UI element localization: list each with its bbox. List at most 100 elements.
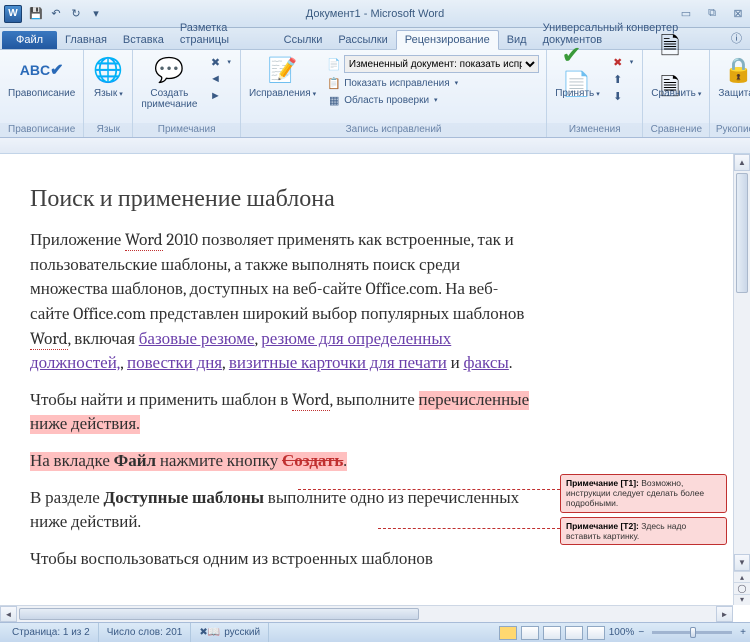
comment-connector [378, 528, 560, 529]
ribbon-tabs: Файл Главная Вставка Разметка страницы С… [0, 28, 750, 50]
group-proofing: ABC✔ Правописание Правописание [0, 50, 84, 137]
para-1[interactable]: Приложение Word 2010 позволяет применять… [30, 229, 530, 377]
scroll-left-icon[interactable]: ◄ [0, 606, 17, 622]
view-fullscreen[interactable] [521, 626, 539, 640]
select-browse-icon[interactable]: ◯ [734, 582, 750, 593]
spelling-button[interactable]: ABC✔ Правописание [4, 52, 79, 101]
scroll-thumb[interactable] [19, 608, 419, 620]
para-5[interactable]: Чтобы воспользоваться одним из встроенны… [30, 548, 530, 573]
link-faxes[interactable]: факсы [463, 354, 508, 373]
comment-balloon[interactable]: Примечание [T1]: Возможно, инструкции сл… [560, 474, 727, 513]
accept-icon: ✔📄 [561, 54, 593, 86]
group-proofing-label: Правописание [0, 123, 83, 137]
undo-icon[interactable]: ↶ [48, 6, 64, 22]
track-changes-label: Исправления [249, 88, 311, 99]
comment-connector [298, 489, 560, 490]
next-change-icon: ⬇ [611, 89, 625, 103]
scroll-right-icon[interactable]: ► [716, 606, 733, 622]
delete-comment-button[interactable]: ✖▾ [205, 54, 234, 70]
tab-insert[interactable]: Вставка [115, 31, 172, 49]
group-comments: 💬 Создать примечание ✖▾ ◄ ► Примечания [133, 50, 241, 137]
new-comment-button[interactable]: 💬 Создать примечание [137, 52, 201, 112]
tab-review[interactable]: Рецензирование [396, 30, 499, 50]
status-page[interactable]: Страница: 1 из 2 [4, 623, 99, 642]
language-button[interactable]: 🌐 Язык▾ [88, 52, 128, 102]
tab-pagelayout[interactable]: Разметка страницы [172, 19, 276, 49]
globe-icon: 🌐 [92, 54, 124, 86]
tab-home[interactable]: Главная [57, 31, 115, 49]
ribbon: ABC✔ Правописание Правописание 🌐 Язык▾ Я… [0, 50, 750, 138]
proofing-icon: ✖📖 [199, 627, 220, 638]
vertical-scrollbar[interactable]: ▲ ▼ ▴ ◯ ▾ [733, 154, 750, 605]
maximize-icon[interactable]: ⧉ [704, 6, 720, 22]
heading[interactable]: Поиск и применение шаблона [30, 184, 530, 213]
qat-customize-icon[interactable]: ▾ [88, 6, 104, 22]
group-language-label: Язык [84, 123, 132, 137]
tab-view[interactable]: Вид [499, 31, 535, 49]
window-controls: ▭ ⧉ ⊠ [678, 6, 746, 22]
zoom-handle[interactable] [690, 627, 696, 638]
group-tracking: 📝 Исправления▾ 📄Измененный документ: пок… [241, 50, 547, 137]
scroll-up-icon[interactable]: ▲ [734, 154, 750, 171]
spelling-icon: ABC✔ [26, 54, 58, 86]
prev-icon: ◄ [208, 72, 222, 86]
view-web[interactable] [543, 626, 561, 640]
show-markup-label: Показать исправления [344, 78, 449, 89]
tracked-deletion[interactable]: Создать [282, 452, 343, 471]
status-wordcount[interactable]: Число слов: 201 [99, 623, 192, 642]
horizontal-scrollbar[interactable]: ◄ ► [0, 605, 733, 622]
prev-page-icon[interactable]: ▴ [734, 571, 750, 582]
tab-mailings[interactable]: Рассылки [330, 31, 395, 49]
help-icon[interactable]: ⓘ [725, 27, 748, 49]
redo-icon[interactable]: ↻ [68, 6, 84, 22]
status-language[interactable]: ✖📖русский [191, 623, 269, 642]
display-combo[interactable]: Измененный документ: показать исправлени… [344, 55, 539, 73]
file-tab[interactable]: Файл [2, 31, 57, 49]
document-area: Поиск и применение шаблона Приложение Wo… [0, 138, 750, 622]
tab-references[interactable]: Ссылки [276, 31, 331, 49]
track-changes-button[interactable]: 📝 Исправления▾ [245, 52, 320, 102]
reviewing-pane-button[interactable]: ▦Область проверки▾ [324, 92, 540, 108]
compare-icon: 🗎🗎 [660, 54, 692, 86]
zoom-slider[interactable] [652, 631, 732, 634]
show-markup-button[interactable]: 📋Показать исправления▾ [324, 75, 540, 91]
new-comment-label: Создать примечание [141, 88, 197, 110]
link-agendas[interactable]: повестки дня [127, 354, 222, 373]
link-resume-basic[interactable]: базовые резюме [139, 330, 255, 349]
zoom-out-icon[interactable]: − [638, 627, 644, 638]
compare-label: Сравнить [651, 88, 696, 99]
link-bizcards[interactable]: визитные карточки для печати [229, 354, 447, 373]
next-change-button[interactable]: ⬇ [608, 88, 637, 104]
view-outline[interactable] [565, 626, 583, 640]
scroll-down-icon[interactable]: ▼ [734, 554, 750, 571]
save-icon[interactable]: 💾 [28, 6, 44, 22]
page[interactable]: Поиск и применение шаблона Приложение Wo… [0, 154, 560, 573]
para-2[interactable]: Чтобы найти и применить шаблон в Word, в… [30, 389, 530, 438]
next-page-icon[interactable]: ▾ [734, 594, 750, 605]
prev-comment-button[interactable]: ◄ [205, 71, 234, 87]
scroll-thumb[interactable] [736, 173, 748, 293]
close-icon[interactable]: ⊠ [730, 6, 746, 22]
compare-button[interactable]: 🗎🗎 Сравнить▾ [647, 52, 705, 102]
group-changes-label: Изменения [547, 123, 642, 137]
accept-button[interactable]: ✔📄 Принять▾ [551, 52, 604, 102]
pane-icon: ▦ [327, 93, 341, 107]
zoom-level[interactable]: 100% [609, 627, 635, 638]
view-draft[interactable] [587, 626, 605, 640]
ruler[interactable] [0, 138, 750, 154]
protect-button[interactable]: 🔒 Защита▾ [714, 52, 750, 102]
app-icon[interactable]: W [4, 5, 22, 23]
commented-range[interactable]: На вкладке Файл нажмите кнопку Создать. [30, 452, 347, 471]
proofing-mark: Word [292, 391, 330, 411]
display-for-review[interactable]: 📄Измененный документ: показать исправлен… [324, 54, 540, 74]
next-comment-button[interactable]: ► [205, 88, 234, 104]
comment-balloon[interactable]: Примечание [T2]: Здесь надо вставить кар… [560, 517, 727, 545]
minimize-icon[interactable]: ▭ [678, 6, 694, 22]
zoom-in-icon[interactable]: + [740, 627, 746, 638]
para-3[interactable]: На вкладке Файл нажмите кнопку Создать. [30, 450, 530, 475]
prev-change-button[interactable]: ⬆ [608, 71, 637, 87]
group-compare: 🗎🗎 Сравнить▾ Сравнение [643, 50, 710, 137]
reject-button[interactable]: ✖▾ [608, 54, 637, 70]
view-printlayout[interactable] [499, 626, 517, 640]
new-comment-icon: 💬 [153, 54, 185, 86]
